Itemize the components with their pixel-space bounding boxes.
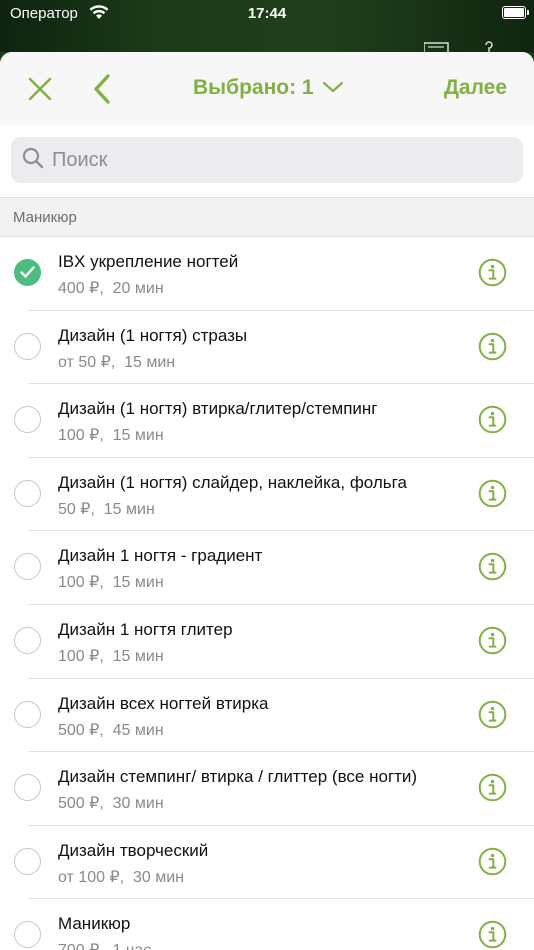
service-title: Дизайн 1 ногтя - градиент [58, 546, 263, 566]
service-price-duration: от 50 ₽, 15 мин [58, 353, 176, 371]
service-price-duration: 500 ₽, 30 мин [58, 795, 164, 813]
service-row[interactable]: Дизайн (1 ногтя) втирка/глитер/стемпинг … [0, 384, 534, 458]
radio-button[interactable] [14, 774, 41, 802]
service-price-duration: от 100 ₽, 30 мин [58, 868, 184, 886]
service-title: Дизайн (1 ногтя) втирка/глитер/стемпинг [58, 399, 378, 419]
service-title: Дизайн стемпинг/ втирка / глиттер (все н… [58, 767, 418, 787]
radio-button[interactable] [14, 847, 41, 875]
service-row[interactable]: Дизайн 1 ногтя - градиент 100 ₽, 15 мин [0, 531, 534, 605]
service-row[interactable]: Маникюр 700 ₽, 1 час [0, 899, 534, 950]
info-icon[interactable] [478, 920, 507, 949]
checkmark-icon[interactable] [14, 259, 41, 286]
status-time: 17:44 [247, 5, 287, 22]
service-title: Дизайн творческий [58, 840, 209, 860]
service-price-duration: 400 ₽, 20 мин [58, 280, 164, 297]
info-icon[interactable] [478, 405, 507, 434]
radio-button[interactable] [14, 700, 41, 728]
radio-button[interactable] [14, 479, 41, 507]
service-row[interactable]: Дизайн (1 ногтя) стразы от 50 ₽, 15 мин [0, 311, 534, 385]
service-row[interactable]: Дизайн всех ногтей втирка 500 ₽, 45 мин [0, 679, 534, 753]
radio-button[interactable] [14, 406, 41, 434]
service-row[interactable]: Дизайн 1 ногтя глитер 100 ₽, 15 мин [0, 605, 534, 679]
search-input[interactable] [50, 147, 494, 173]
service-title: Маникюр [58, 914, 131, 934]
info-icon[interactable] [478, 552, 507, 581]
service-list: IBX укрепление ногтей 400 ₽, 20 мин Диза… [0, 237, 534, 950]
info-icon[interactable] [478, 847, 507, 876]
service-row[interactable]: IBX укрепление ногтей 400 ₽, 20 мин [0, 237, 534, 311]
nav-bar: Выбрано: 1 Далее [0, 52, 534, 125]
service-row[interactable]: Дизайн стемпинг/ втирка / глиттер (все н… [0, 752, 534, 826]
service-title: Дизайн всех ногтей втирка [58, 693, 269, 713]
radio-button[interactable] [14, 921, 41, 949]
service-title: Дизайн 1 ногтя глитер [58, 619, 233, 639]
info-icon[interactable] [478, 479, 507, 508]
search-icon [22, 147, 44, 174]
selected-count-dropdown[interactable]: Выбрано: 1 [193, 76, 344, 100]
back-chevron-icon[interactable] [92, 73, 112, 105]
search-field[interactable] [11, 137, 523, 183]
service-row[interactable]: Дизайн (1 ногтя) слайдер, наклейка, фоль… [0, 458, 534, 532]
info-icon[interactable] [478, 700, 507, 729]
info-icon[interactable] [478, 258, 507, 287]
service-picker-sheet: Выбрано: 1 Далее Маникюр IBX укрепление [0, 52, 534, 950]
radio-button[interactable] [14, 553, 41, 581]
radio-button[interactable] [14, 332, 41, 360]
info-icon[interactable] [478, 626, 507, 655]
service-price-duration: 500 ₽, 45 мин [58, 721, 164, 739]
service-price-duration: 50 ₽, 15 мин [58, 500, 155, 518]
service-title: Дизайн (1 ногтя) слайдер, наклейка, фоль… [58, 472, 407, 492]
service-price-duration: 100 ₽, 15 мин [58, 647, 164, 665]
info-icon[interactable] [478, 332, 507, 361]
service-title: Дизайн (1 ногтя) стразы [58, 325, 248, 345]
info-icon[interactable] [478, 773, 507, 802]
service-price-duration: 100 ₽, 15 мин [58, 427, 164, 445]
close-icon[interactable] [28, 77, 52, 101]
service-row[interactable]: Дизайн творческий от 100 ₽, 30 мин [0, 826, 534, 900]
status-bar: Оператор 17:44 [0, 0, 534, 54]
selected-count-label: Выбрано: 1 [193, 76, 314, 99]
section-header: Маникюр [0, 197, 534, 237]
service-price-duration: 100 ₽, 15 мин [58, 574, 164, 592]
service-title: IBX укрепление ногтей [58, 252, 239, 271]
battery-icon [502, 6, 529, 19]
chevron-down-icon [322, 76, 344, 100]
next-button[interactable]: Далее [444, 76, 507, 100]
service-price-duration: 700 ₽, 1 час [58, 940, 151, 950]
radio-button[interactable] [14, 626, 41, 654]
search-bar [0, 125, 534, 197]
